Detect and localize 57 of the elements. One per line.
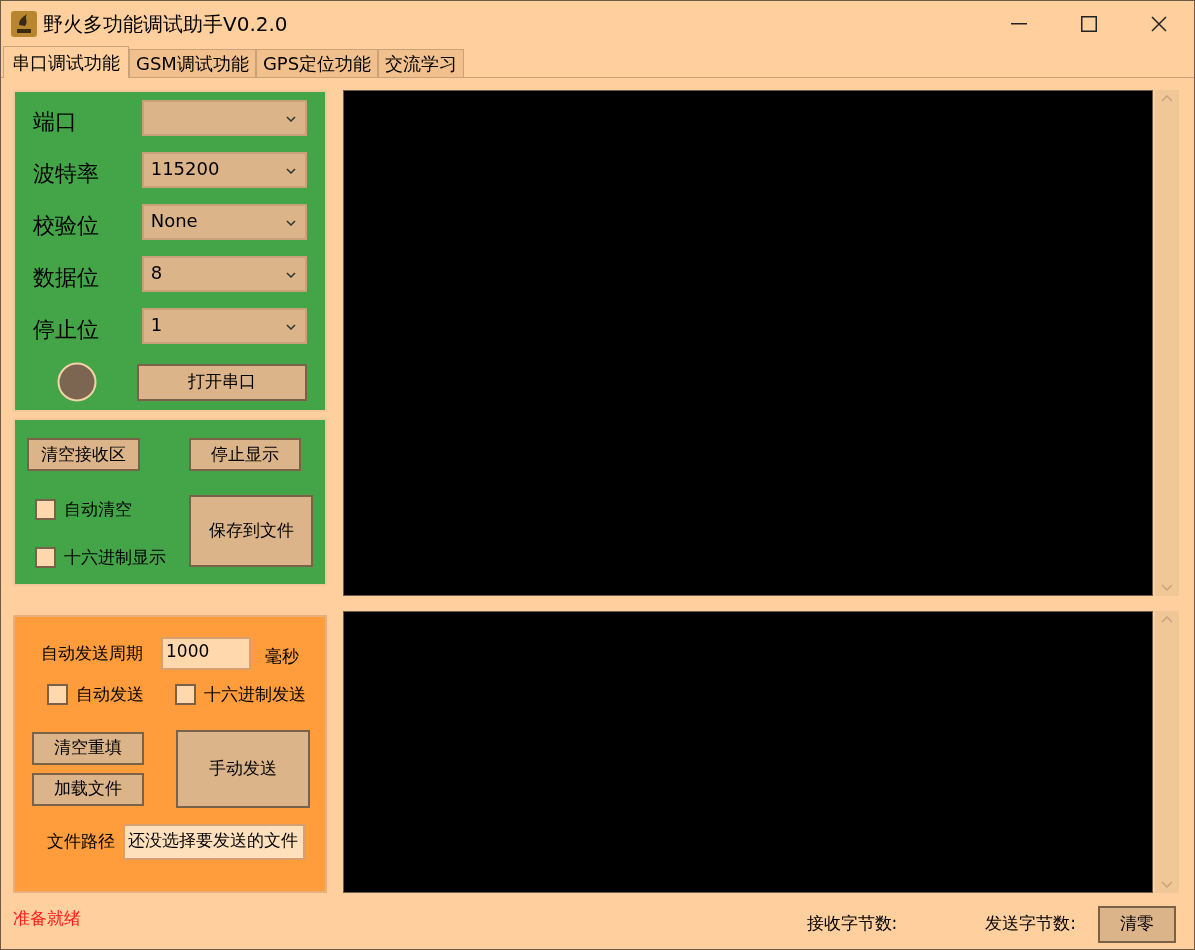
setting-label: 数据位 [33,263,100,292]
unit-label: 毫秒 [265,644,299,668]
clear-refill-button[interactable]: 清空重填 [32,731,144,765]
sent-bytes-label: 发送字节数: [985,912,1076,936]
tab[interactable]: GPS定位功能 [255,49,379,77]
period-field[interactable]: 1000 [161,637,251,670]
period-label: 自动发送周期 [41,641,143,665]
window-title: 野火多功能调试助手V0.2.0 [43,10,288,38]
maximize-icon [1081,15,1097,32]
chevron-down-icon [286,116,296,122]
tab[interactable]: 交流学习 [378,49,465,77]
checkbox[interactable] [47,684,68,706]
chevron-down-icon [286,324,296,330]
file-path-field[interactable]: 还没选择要发送的文件 [123,823,305,860]
load-file-button[interactable]: 加载文件 [32,772,144,806]
dropdown[interactable]: 8 [141,256,307,292]
checkbox-label: 自动发送 [76,683,144,706]
close-icon [1151,15,1167,32]
setting-label: 停止位 [33,315,100,344]
clear-receive-button[interactable]: 清空接收区 [27,438,140,471]
dropdown[interactable]: 1 [141,308,307,344]
scroll-down-icon[interactable] [1161,881,1173,889]
setting-label: 波特率 [33,159,100,188]
save-to-file-button[interactable]: 保存到文件 [189,495,313,567]
dropdown[interactable]: 115200 [141,152,307,188]
receive-area[interactable] [343,90,1153,596]
file-path-label: 文件路径 [47,829,115,853]
checkbox[interactable] [35,499,56,521]
status-indicator-icon [57,362,97,402]
scrollbar[interactable] [1155,611,1179,893]
app-logo-icon [11,10,37,37]
checkbox[interactable] [175,684,196,706]
scrollbar[interactable] [1155,90,1179,596]
tab[interactable]: GSM调试功能 [129,49,256,77]
minimize-icon [1011,22,1027,25]
checkbox-label: 自动清空 [64,498,132,521]
setting-label: 校验位 [33,211,100,240]
tab[interactable]: 串口调试功能 [3,46,129,78]
reset-button[interactable]: 清零 [1098,905,1176,943]
chevron-down-icon [286,220,296,226]
scroll-up-icon[interactable] [1161,94,1173,102]
checkbox-label: 十六进制发送 [204,683,306,706]
status-text: 准备就绪 [13,907,81,931]
checkbox-label: 十六进制显示 [64,545,166,569]
open-port-button[interactable]: 打开串口 [137,363,307,401]
send-area[interactable] [343,611,1153,893]
dropdown[interactable] [141,100,307,136]
setting-label: 端口 [33,107,78,136]
manual-send-button[interactable]: 手动发送 [176,729,310,808]
stop-display-button[interactable]: 停止显示 [189,438,301,471]
chevron-down-icon [286,272,296,278]
dropdown[interactable]: None [141,204,307,240]
scroll-down-icon[interactable] [1161,584,1173,592]
checkbox[interactable] [35,546,56,568]
chevron-down-icon [286,168,296,174]
received-bytes-label: 接收字节数: [806,912,898,936]
scroll-up-icon[interactable] [1161,615,1173,623]
